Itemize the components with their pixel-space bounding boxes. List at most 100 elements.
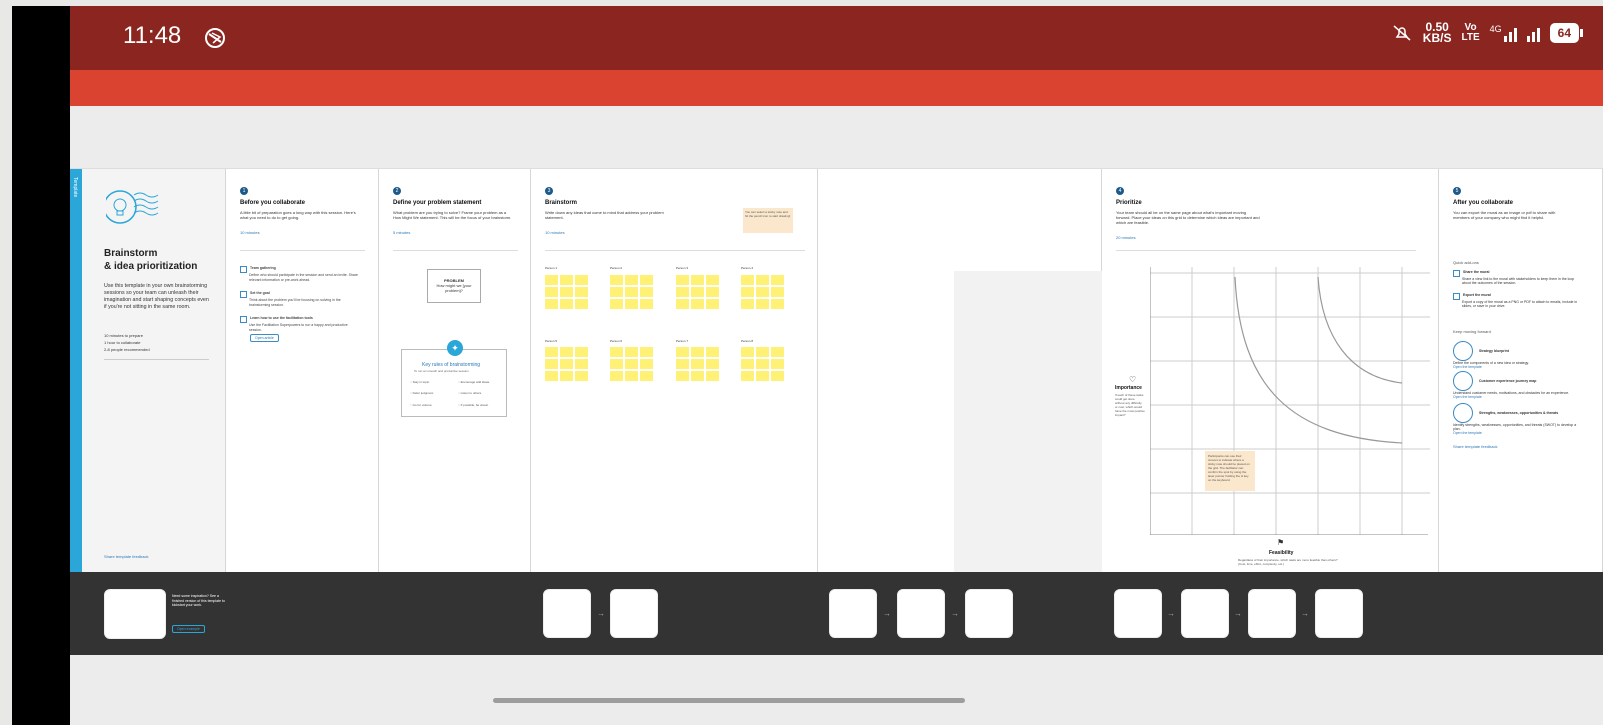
sticky-note-grid[interactable] (676, 275, 719, 309)
open-example-button[interactable]: Open example (172, 625, 205, 633)
sticky-note[interactable] (706, 299, 719, 309)
sticky-note[interactable] (545, 287, 558, 297)
sticky-note[interactable] (610, 359, 623, 369)
sticky-note[interactable] (691, 359, 704, 369)
horizontal-scrollbar[interactable] (493, 698, 965, 703)
sticky-note[interactable] (575, 299, 588, 309)
step-thumbnail[interactable] (1315, 589, 1363, 638)
sticky-note[interactable] (676, 347, 689, 357)
sticky-note[interactable] (676, 275, 689, 285)
step-thumbnail[interactable] (965, 589, 1013, 638)
sticky-note-grid[interactable] (545, 347, 588, 381)
sticky-note[interactable] (706, 359, 719, 369)
sticky-note[interactable] (610, 275, 623, 285)
sticky-note[interactable] (691, 299, 704, 309)
sticky-note[interactable] (575, 275, 588, 285)
sticky-note[interactable] (560, 347, 573, 357)
sticky-note[interactable] (771, 287, 784, 297)
sticky-note-grid[interactable] (741, 275, 784, 309)
sticky-note[interactable] (560, 275, 573, 285)
sticky-note[interactable] (575, 371, 588, 381)
sticky-note[interactable] (560, 287, 573, 297)
step-thumbnail[interactable] (1114, 589, 1162, 638)
sticky-note[interactable] (575, 287, 588, 297)
sticky-note[interactable] (676, 371, 689, 381)
sticky-note[interactable] (640, 347, 653, 357)
sticky-note[interactable] (610, 347, 623, 357)
sticky-note[interactable] (691, 371, 704, 381)
sticky-note[interactable] (676, 287, 689, 297)
sticky-note[interactable] (756, 347, 769, 357)
sticky-note[interactable] (545, 347, 558, 357)
open-template-link[interactable]: Open the template (1453, 395, 1583, 399)
sticky-note[interactable] (575, 347, 588, 357)
step-thumbnail[interactable] (543, 589, 591, 638)
sticky-note[interactable] (706, 287, 719, 297)
sticky-note[interactable] (756, 275, 769, 285)
open-template-link[interactable]: Open the template (1453, 365, 1583, 369)
feedback-link[interactable]: Share template feedback (1453, 444, 1497, 449)
sticky-note[interactable] (756, 299, 769, 309)
step-thumbnail[interactable] (1248, 589, 1296, 638)
sticky-note[interactable] (676, 359, 689, 369)
sticky-note-grid[interactable] (610, 347, 653, 381)
sticky-note[interactable] (640, 371, 653, 381)
sticky-note[interactable] (691, 347, 704, 357)
checkbox-icon[interactable] (240, 316, 247, 323)
sticky-note[interactable] (741, 359, 754, 369)
sticky-note[interactable] (545, 371, 558, 381)
example-thumbnail[interactable] (104, 589, 166, 639)
sticky-note[interactable] (741, 299, 754, 309)
sticky-note[interactable] (640, 299, 653, 309)
sticky-note[interactable] (625, 299, 638, 309)
sticky-note[interactable] (706, 347, 719, 357)
sticky-note[interactable] (741, 371, 754, 381)
sticky-note[interactable] (575, 359, 588, 369)
sticky-note[interactable] (625, 275, 638, 285)
feedback-link[interactable]: Share template feedback (104, 554, 148, 559)
sticky-note[interactable] (771, 347, 784, 357)
step-thumbnail[interactable] (829, 589, 877, 638)
sticky-note[interactable] (771, 299, 784, 309)
sticky-note[interactable] (625, 287, 638, 297)
step-thumbnail[interactable] (610, 589, 658, 638)
checkbox-icon[interactable] (240, 291, 247, 298)
step-thumbnail[interactable] (897, 589, 945, 638)
sticky-note[interactable] (545, 275, 558, 285)
sticky-note[interactable] (756, 359, 769, 369)
sticky-note[interactable] (741, 287, 754, 297)
open-article-button[interactable]: Open article (250, 334, 279, 342)
checkbox-icon[interactable] (1453, 293, 1460, 300)
sticky-note[interactable] (640, 359, 653, 369)
sticky-note-grid[interactable] (741, 347, 784, 381)
checkbox-icon[interactable] (240, 266, 247, 273)
sticky-note[interactable] (560, 299, 573, 309)
sticky-note[interactable] (756, 371, 769, 381)
sticky-note-grid[interactable] (545, 275, 588, 309)
sticky-note[interactable] (640, 275, 653, 285)
sticky-note[interactable] (560, 359, 573, 369)
checkbox-icon[interactable] (1453, 270, 1460, 277)
sticky-note[interactable] (610, 371, 623, 381)
open-template-link[interactable]: Open the template (1453, 431, 1583, 435)
sticky-note[interactable] (560, 371, 573, 381)
sticky-note[interactable] (625, 347, 638, 357)
sticky-note[interactable] (691, 275, 704, 285)
sticky-note[interactable] (706, 275, 719, 285)
sticky-note-grid[interactable] (610, 275, 653, 309)
problem-statement-card[interactable]: PROBLEM How might we [your problem]? (427, 269, 481, 303)
sticky-note[interactable] (676, 299, 689, 309)
prioritization-grid[interactable] (1150, 267, 1430, 535)
mural-canvas[interactable]: Template Brainstorm & idea prioritization… (70, 106, 1603, 725)
sticky-note[interactable] (610, 287, 623, 297)
sticky-note[interactable] (771, 371, 784, 381)
sticky-note-grid[interactable] (676, 347, 719, 381)
sticky-note[interactable] (691, 287, 704, 297)
sticky-note[interactable] (610, 299, 623, 309)
sticky-note[interactable] (625, 371, 638, 381)
template-board[interactable]: Template Brainstorm & idea prioritization… (70, 168, 1603, 573)
sticky-note[interactable] (756, 287, 769, 297)
sticky-note[interactable] (545, 299, 558, 309)
sticky-note[interactable] (741, 347, 754, 357)
sticky-note[interactable] (640, 287, 653, 297)
